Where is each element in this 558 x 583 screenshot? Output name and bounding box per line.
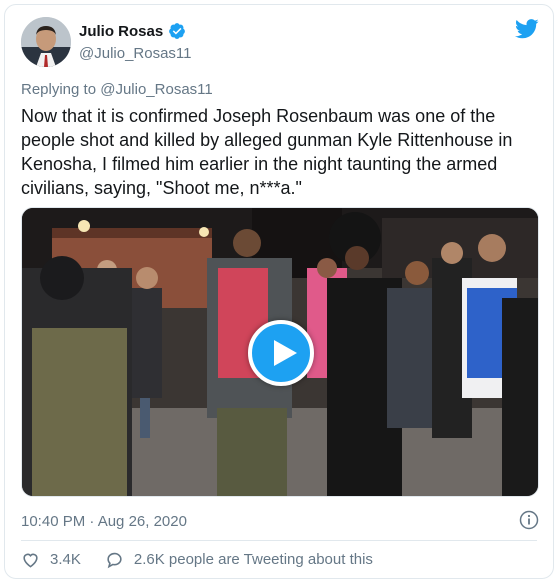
play-icon [274, 340, 297, 366]
replying-to-label: Replying to [21, 81, 101, 98]
video-player[interactable] [21, 207, 539, 497]
replying-to-line: Replying to @Julio_Rosas11 [21, 81, 213, 98]
replying-to-mention[interactable]: @Julio_Rosas11 [100, 81, 213, 98]
tweet-timestamp[interactable]: 10:40 PM · Aug 26, 2020 [21, 513, 187, 530]
heart-icon [21, 550, 40, 569]
verified-badge-icon [168, 22, 186, 40]
tweet-actions: 3.4K 2.6K people are Tweeting about this [21, 550, 373, 569]
tweet-text: Now that it is confirmed Joseph Rosenbau… [21, 106, 518, 198]
avatar[interactable] [21, 17, 71, 67]
like-count: 3.4K [50, 551, 81, 568]
tweet-card: Julio Rosas @Julio_Rosas11 Replying to @… [4, 4, 554, 579]
info-icon[interactable] [519, 510, 539, 530]
divider [21, 540, 537, 541]
tweeting-about-link[interactable]: 2.6K people are Tweeting about this [105, 550, 373, 569]
author-name-row[interactable]: Julio Rosas [79, 22, 186, 40]
play-button[interactable] [248, 320, 314, 386]
tweeting-about-text: 2.6K people are Tweeting about this [133, 551, 373, 568]
twitter-bird-icon[interactable] [515, 19, 539, 39]
avatar-image [21, 17, 71, 67]
speech-bubble-icon [105, 550, 124, 569]
like-button[interactable]: 3.4K [21, 550, 81, 569]
author-handle[interactable]: @Julio_Rosas11 [79, 45, 192, 62]
author-display-name[interactable]: Julio Rosas [79, 23, 163, 40]
